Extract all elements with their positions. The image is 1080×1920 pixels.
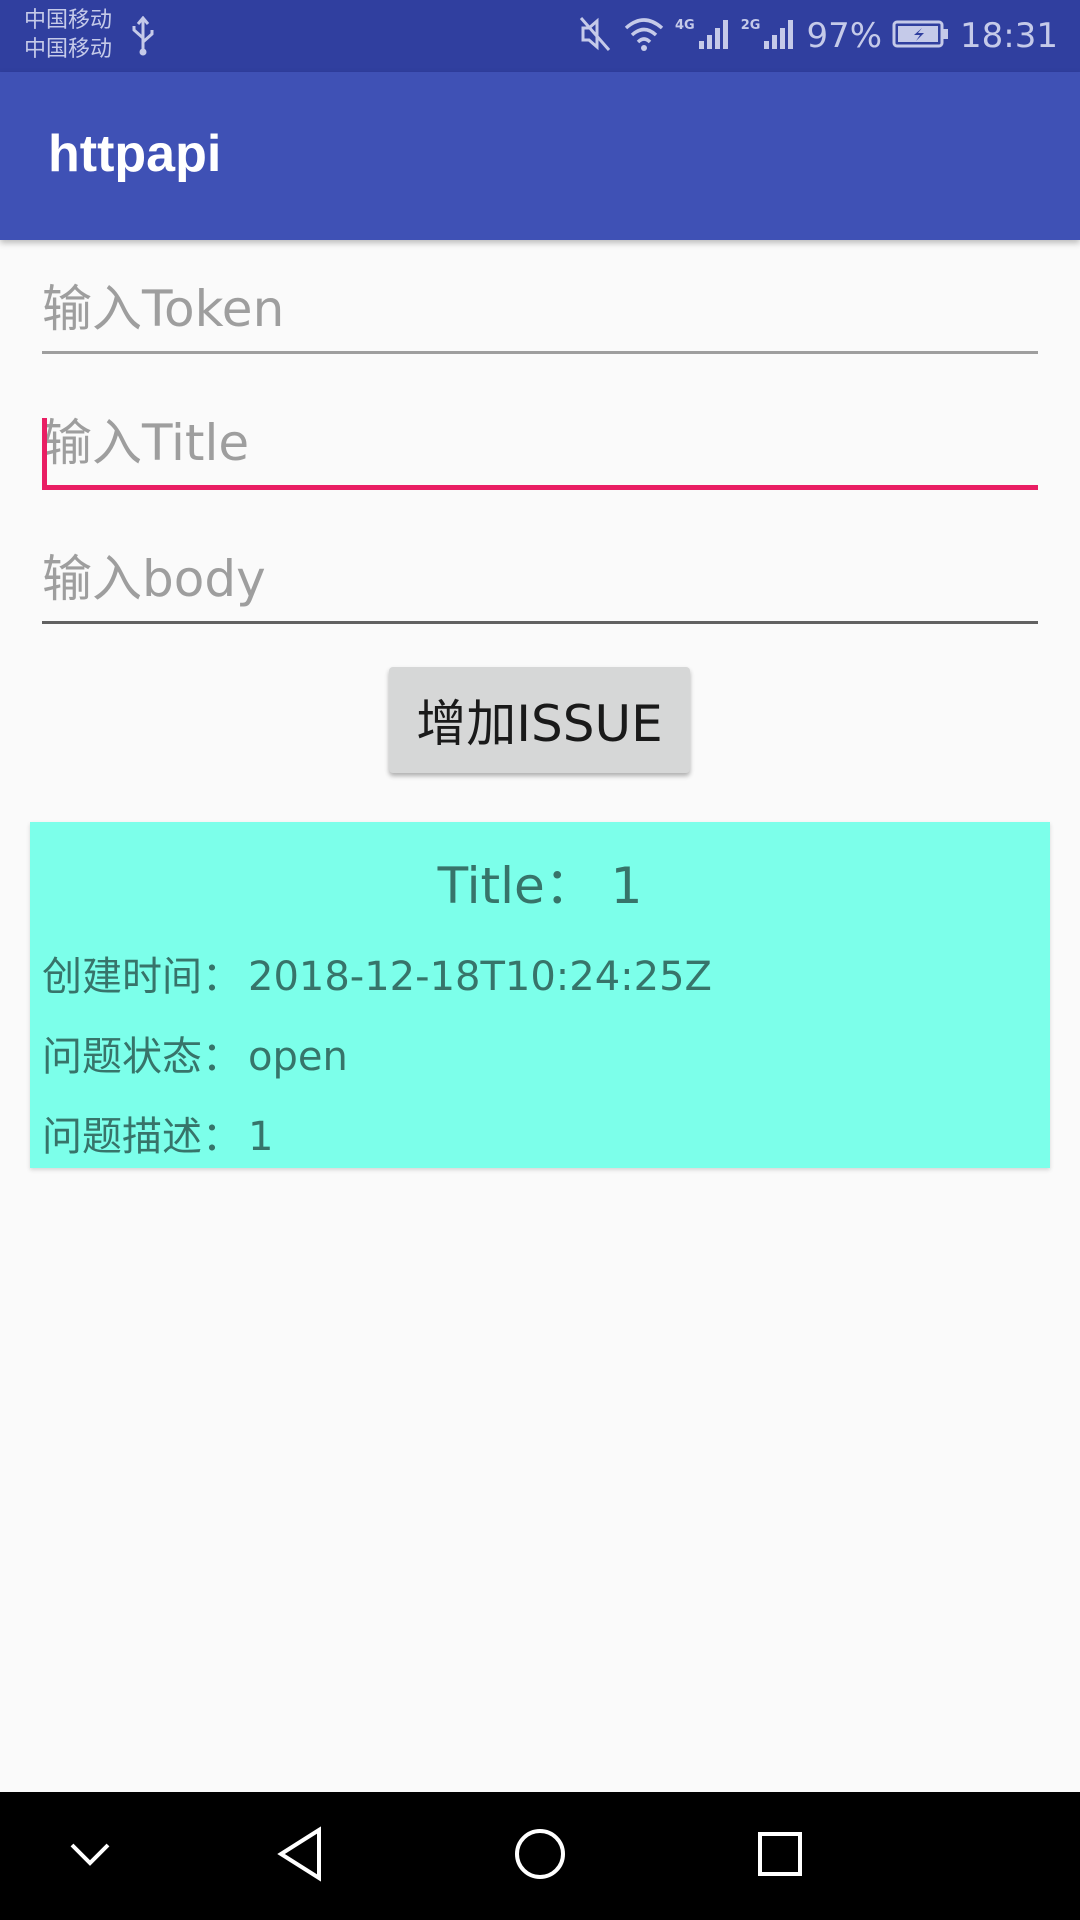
issue-body-value: 1 bbox=[248, 1114, 274, 1160]
network-type-1: 4G bbox=[675, 18, 695, 33]
usb-icon bbox=[130, 15, 156, 60]
hide-nav-button[interactable] bbox=[30, 1792, 150, 1920]
add-issue-button[interactable]: 增加ISSUE bbox=[389, 667, 690, 773]
carrier-1: 中国移动 bbox=[24, 8, 113, 33]
battery-percent: 97% bbox=[806, 16, 883, 56]
body-input[interactable] bbox=[42, 534, 1038, 624]
back-triangle-icon bbox=[275, 1826, 325, 1886]
signal-icon bbox=[762, 17, 796, 55]
issue-body-row: 问题描述： 1 bbox=[42, 1104, 273, 1162]
token-underline bbox=[42, 351, 1038, 354]
clock: 18:31 bbox=[960, 16, 1058, 56]
title-input[interactable] bbox=[42, 398, 1038, 488]
signal-icon bbox=[697, 17, 731, 55]
status-indicators: 4G 2G 97% 18:31 bbox=[577, 0, 1058, 72]
title-field[interactable] bbox=[42, 398, 1038, 490]
home-button[interactable] bbox=[480, 1792, 600, 1920]
app-title: httpapi bbox=[48, 125, 222, 183]
body-field[interactable] bbox=[42, 534, 1038, 624]
issue-created-value: 2018-12-18T10:24:25Z bbox=[248, 954, 712, 1000]
recents-square-icon bbox=[756, 1830, 804, 1882]
back-button[interactable] bbox=[240, 1792, 360, 1920]
issue-card: Title： 1 创建时间： 2018-12-18T10:24:25Z 问题状态：… bbox=[30, 822, 1050, 1168]
token-input[interactable] bbox=[42, 264, 1038, 354]
mute-icon bbox=[577, 14, 613, 58]
issue-title: Title： 1 bbox=[30, 846, 1050, 918]
status-bar: 中国移动 中国移动 4G 2G 97% 18:31 bbox=[0, 0, 1080, 72]
issue-title-value: 1 bbox=[610, 857, 643, 915]
carrier-2: 中国移动 bbox=[24, 37, 113, 62]
recents-button[interactable] bbox=[720, 1792, 840, 1920]
app-bar: httpapi bbox=[0, 72, 1080, 240]
text-cursor bbox=[42, 418, 47, 486]
carrier-info: 中国移动 中国移动 bbox=[24, 6, 112, 64]
issue-state-value: open bbox=[248, 1034, 348, 1080]
navigation-bar bbox=[0, 1792, 1080, 1920]
body-underline bbox=[42, 621, 1038, 624]
issue-body-label: 问题描述： bbox=[42, 1114, 242, 1160]
issue-title-label: Title： bbox=[437, 857, 595, 915]
network-type-2: 2G bbox=[740, 18, 761, 33]
issue-state-row: 问题状态： open bbox=[42, 1024, 348, 1082]
wifi-icon bbox=[623, 16, 665, 56]
issue-created-row: 创建时间： 2018-12-18T10:24:25Z bbox=[42, 944, 712, 1002]
token-field[interactable] bbox=[42, 264, 1038, 354]
title-underline bbox=[42, 485, 1038, 490]
issue-created-label: 创建时间： bbox=[42, 954, 242, 1000]
issue-state-label: 问题状态： bbox=[42, 1034, 242, 1080]
battery-charging-icon bbox=[892, 18, 950, 54]
home-circle-icon bbox=[513, 1827, 567, 1885]
chevron-down-icon bbox=[68, 1839, 112, 1873]
